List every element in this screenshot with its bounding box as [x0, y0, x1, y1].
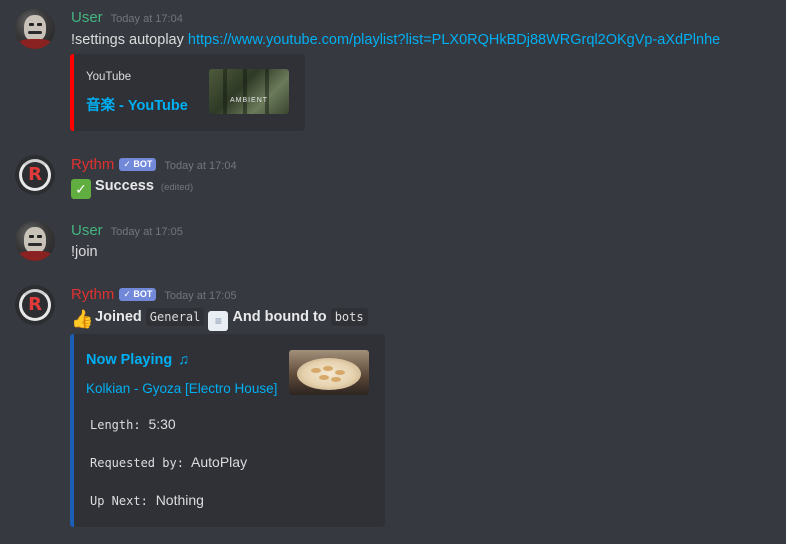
message-bot-now-playing: R Rythm ✓ BOT Today at 17:05 👍 Joined Ge…	[0, 280, 786, 544]
bot-badge: ✓ BOT	[119, 288, 157, 301]
message-user-settings: User Today at 17:04 !settings autoplay h…	[0, 0, 786, 145]
embed-title[interactable]: 音楽 - YouTube	[86, 94, 188, 115]
user-avatar[interactable]	[15, 221, 55, 261]
bot-badge: ✓ BOT	[119, 158, 157, 171]
embed-accent-bar	[70, 54, 74, 131]
up-next-field: Up Next: Nothing	[86, 492, 204, 510]
field-value: AutoPlay	[191, 454, 248, 470]
thumbnail-text: AMBIENT	[229, 97, 269, 104]
edited-label: (edited)	[160, 182, 194, 193]
field-label: Length:	[86, 416, 145, 434]
playlist-link[interactable]: https://www.youtube.com/playlist?list=PL…	[188, 32, 720, 48]
now-playing-embed: Now Playing ♫ Kolkian - Gyoza [Electro H…	[70, 334, 385, 527]
bot-avatar[interactable]: R	[15, 285, 55, 325]
track-thumbnail[interactable]	[289, 350, 369, 395]
message-bot-success: R Rythm ✓ BOT Today at 17:04 ✓ Success (…	[0, 150, 786, 210]
embed-thumbnail[interactable]: AMBIENT	[209, 69, 289, 114]
embed-provider[interactable]: YouTube	[86, 71, 131, 83]
length-field: Length: 5:30	[86, 416, 176, 434]
message-content: 👍 Joined General ≡ And bound to bots	[71, 307, 368, 331]
message-content: ✓ Success (edited)	[71, 176, 193, 199]
timestamp: Today at 17:05	[110, 226, 183, 238]
bound-channel-code: bots	[330, 308, 368, 326]
message-content: !settings autoplay https://www.youtube.c…	[71, 30, 720, 50]
command-text: !settings autoplay	[71, 32, 184, 48]
author-name[interactable]: Rythm	[71, 156, 114, 173]
timestamp: Today at 17:05	[164, 290, 237, 302]
field-label: Requested by:	[86, 454, 188, 472]
now-playing-title: Now Playing ♫	[86, 352, 190, 368]
user-avatar[interactable]	[15, 9, 55, 49]
music-note-icon: ♫	[178, 352, 190, 368]
timestamp: Today at 17:04	[164, 160, 237, 172]
page-icon: ≡	[208, 311, 229, 331]
bot-avatar[interactable]: R	[15, 155, 55, 195]
joined-label: Joined	[95, 309, 142, 325]
embed-accent-bar	[70, 334, 74, 527]
track-link[interactable]: Kolkian - Gyoza [Electro House]	[86, 381, 277, 396]
author-name[interactable]: User	[71, 222, 103, 239]
timestamp: Today at 17:04	[110, 13, 183, 25]
youtube-embed: YouTube 音楽 - YouTube AMBIENT	[70, 54, 305, 131]
field-label: Up Next:	[86, 492, 152, 510]
requested-by-field: Requested by: AutoPlay	[86, 454, 248, 472]
thumbs-up-icon: 👍	[71, 309, 94, 329]
author-name[interactable]: Rythm	[71, 286, 114, 303]
check-mark-icon: ✓	[71, 179, 91, 199]
bound-label: And bound to	[232, 309, 327, 325]
author-name[interactable]: User	[71, 9, 103, 26]
message-user-join: User Today at 17:05 !join	[0, 215, 786, 275]
success-text: Success	[95, 178, 154, 194]
channel-code: General	[145, 308, 205, 326]
field-value: Nothing	[155, 492, 204, 508]
message-content: !join	[71, 244, 98, 260]
field-value: 5:30	[148, 416, 176, 432]
